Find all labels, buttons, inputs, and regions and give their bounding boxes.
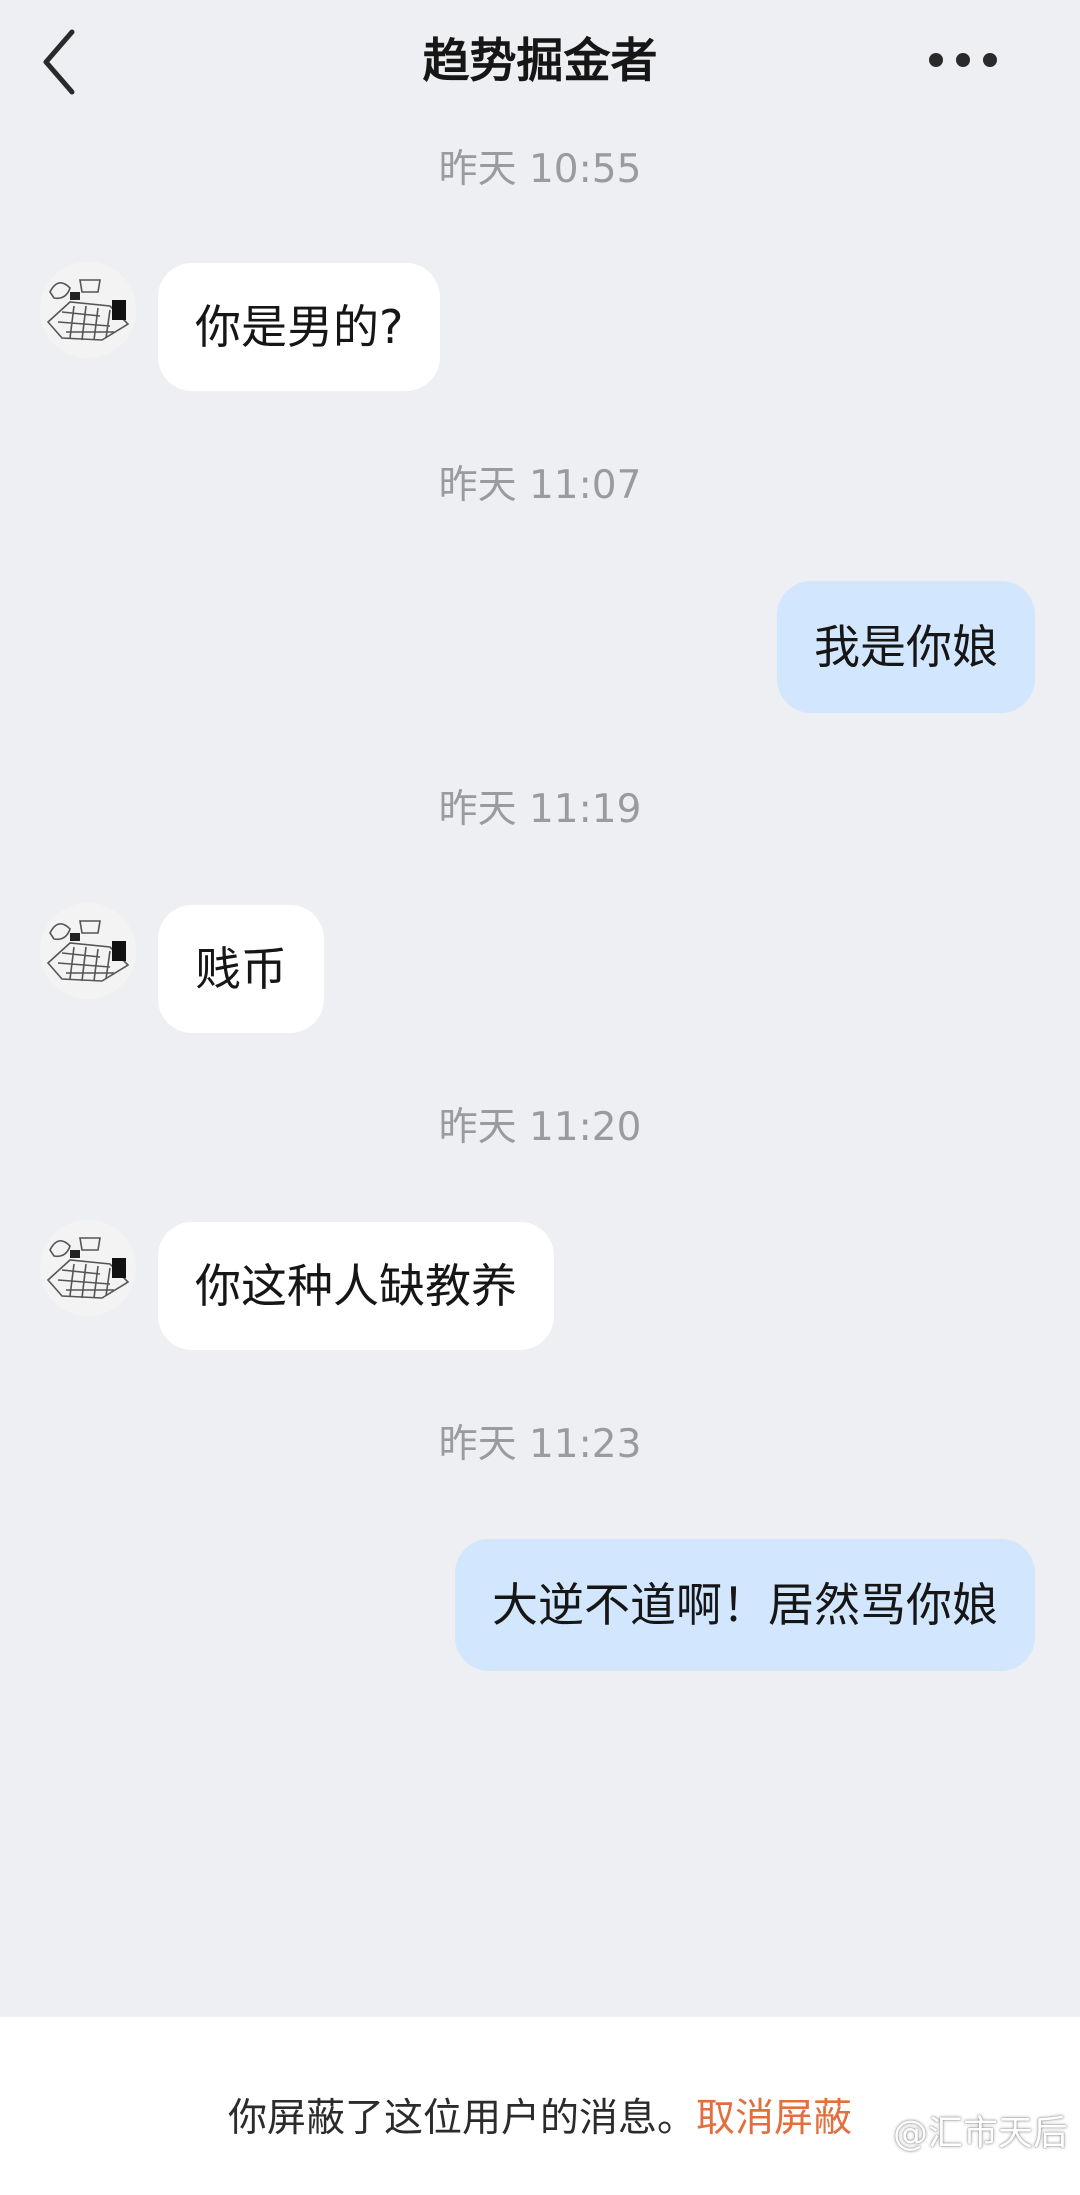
avatar-sketch-icon: [40, 903, 136, 999]
chevron-left-icon: [43, 29, 75, 95]
avatar-sketch-icon: [40, 262, 136, 358]
avatar[interactable]: [40, 903, 136, 999]
message-timestamp: 昨天 11:07: [438, 463, 642, 508]
more-options-button[interactable]: [918, 40, 1028, 80]
avatar[interactable]: [40, 262, 136, 358]
message-bubble-outgoing[interactable]: 大逆不道啊！居然骂你娘: [455, 1539, 1035, 1671]
more-dots-icon: [929, 53, 997, 67]
chat-header: 趋势掘金者: [0, 0, 1080, 125]
message-timestamp: 昨天 10:55: [438, 147, 642, 192]
message-timestamp: 昨天 11:20: [438, 1105, 642, 1150]
message-bubble-incoming[interactable]: 你这种人缺教养: [158, 1222, 554, 1350]
avatar[interactable]: [40, 1220, 136, 1316]
blocked-notice-text: 你屏蔽了这位用户的消息。: [227, 2096, 696, 2141]
back-button[interactable]: [36, 22, 96, 102]
message-timestamp: 昨天 11:19: [438, 787, 642, 832]
unblock-link[interactable]: 取消屏蔽: [696, 2096, 852, 2141]
blocked-footer: 你屏蔽了这位用户的消息。取消屏蔽 @汇市天后: [0, 2017, 1080, 2195]
message-bubble-outgoing[interactable]: 我是你娘: [777, 581, 1035, 713]
avatar-sketch-icon: [40, 1220, 136, 1316]
message-timestamp: 昨天 11:23: [438, 1422, 642, 1467]
message-bubble-incoming[interactable]: 贱币: [158, 905, 324, 1033]
chat-title: 趋势掘金者: [422, 34, 658, 89]
message-bubble-incoming[interactable]: 你是男的?: [158, 263, 441, 391]
watermark: @汇市天后: [892, 2114, 1068, 2154]
